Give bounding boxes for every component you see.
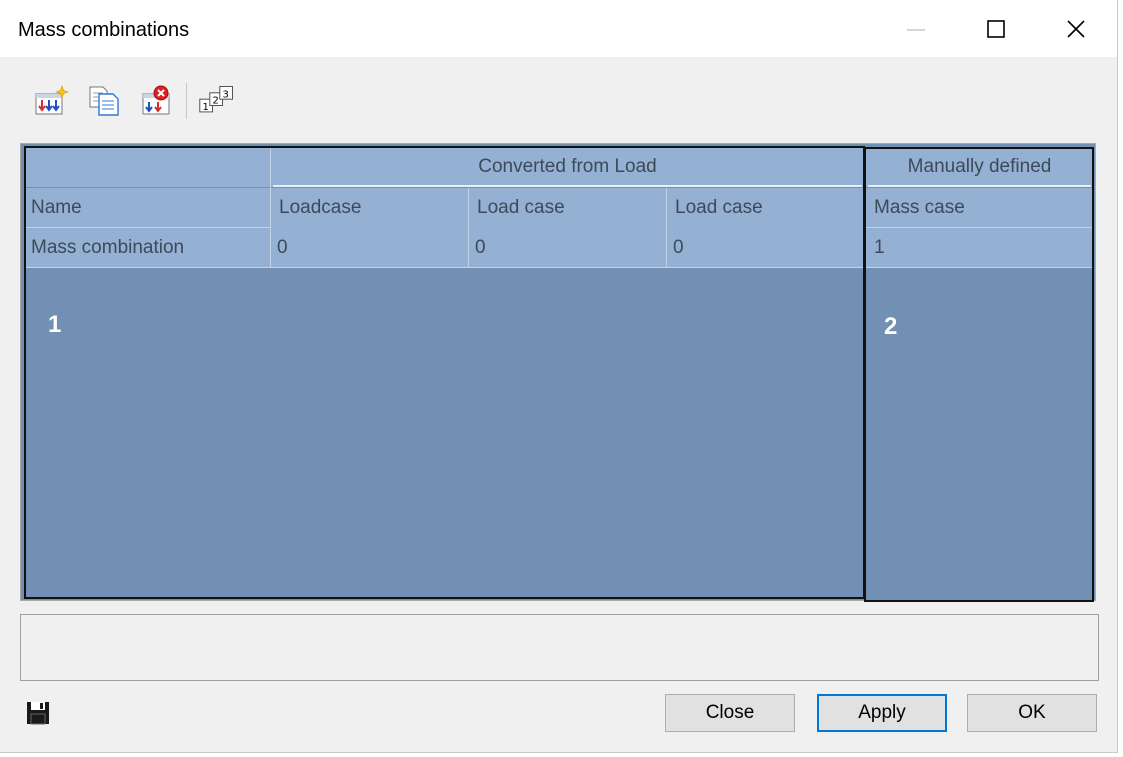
close-window-button[interactable]: [1046, 0, 1106, 57]
delete-button[interactable]: [137, 83, 177, 119]
delete-icon: [142, 85, 170, 115]
window-title: Mass combinations: [18, 19, 190, 41]
svg-text:2: 2: [213, 96, 219, 107]
minimize-button[interactable]: [886, 0, 946, 57]
grid-line: [26, 267, 1093, 268]
grid-line: [26, 227, 271, 228]
mass-combination-grid: Converted from Load Manually defined Nam…: [20, 143, 1096, 602]
group-underline-manual: [868, 185, 1091, 187]
table-row-loadcase-2-cell[interactable]: 0: [469, 228, 667, 268]
column-header-loadcase-3[interactable]: Load case: [667, 188, 864, 228]
apply-button[interactable]: Apply: [817, 694, 947, 732]
group-header-manual-label: Manually defined: [907, 156, 1052, 177]
table-row-loadcase-3-cell[interactable]: 0: [667, 228, 864, 268]
numbering-icon: 1 2 3: [199, 86, 233, 113]
grid-line: [666, 188, 667, 268]
group-header-blank: [26, 147, 271, 187]
svg-text:3: 3: [223, 89, 229, 100]
region-label-1: 1: [48, 311, 62, 338]
mass-combinations-dialog: Mass combinations 1 2 3 Converted from L…: [0, 0, 1118, 753]
message-area: [20, 614, 1099, 681]
grid-line: [270, 147, 271, 268]
table-row-name-cell[interactable]: Mass combination: [26, 228, 271, 268]
grid-line: [468, 188, 469, 268]
column-header-loadcase-1[interactable]: Loadcase: [271, 188, 469, 228]
save-icon: [27, 702, 49, 725]
svg-text:1: 1: [203, 102, 209, 113]
copy-icon: [89, 86, 119, 116]
group-underline-converted: [273, 185, 862, 187]
close-icon: [1067, 19, 1085, 38]
column-header-mass-case[interactable]: Mass case: [866, 188, 1093, 228]
save-button[interactable]: [25, 700, 53, 726]
copy-button[interactable]: [84, 83, 124, 119]
title-bar: Mass combinations: [0, 0, 1117, 57]
ok-button[interactable]: OK: [967, 694, 1097, 732]
grid-line: [866, 227, 1093, 228]
table-row-loadcase-1-cell[interactable]: 0: [271, 228, 469, 268]
region-label-2: 2: [884, 313, 898, 340]
group-header-converted: Converted from Load: [271, 147, 864, 187]
column-header-name[interactable]: Name: [26, 188, 271, 228]
maximize-icon: [987, 19, 1005, 38]
new-combination-button[interactable]: [31, 83, 71, 119]
group-header-manual: Manually defined: [866, 147, 1093, 187]
table-row-mass-case-cell[interactable]: 1: [866, 228, 1093, 268]
column-header-loadcase-2[interactable]: Load case: [469, 188, 667, 228]
minimize-icon: [907, 28, 925, 31]
close-button[interactable]: Close: [665, 694, 795, 732]
maximize-button[interactable]: [966, 0, 1026, 57]
numbering-button[interactable]: 1 2 3: [198, 83, 238, 119]
group-header-converted-label: Converted from Load: [478, 156, 657, 177]
new-combination-icon: [35, 85, 69, 115]
toolbar-separator: [186, 83, 187, 119]
